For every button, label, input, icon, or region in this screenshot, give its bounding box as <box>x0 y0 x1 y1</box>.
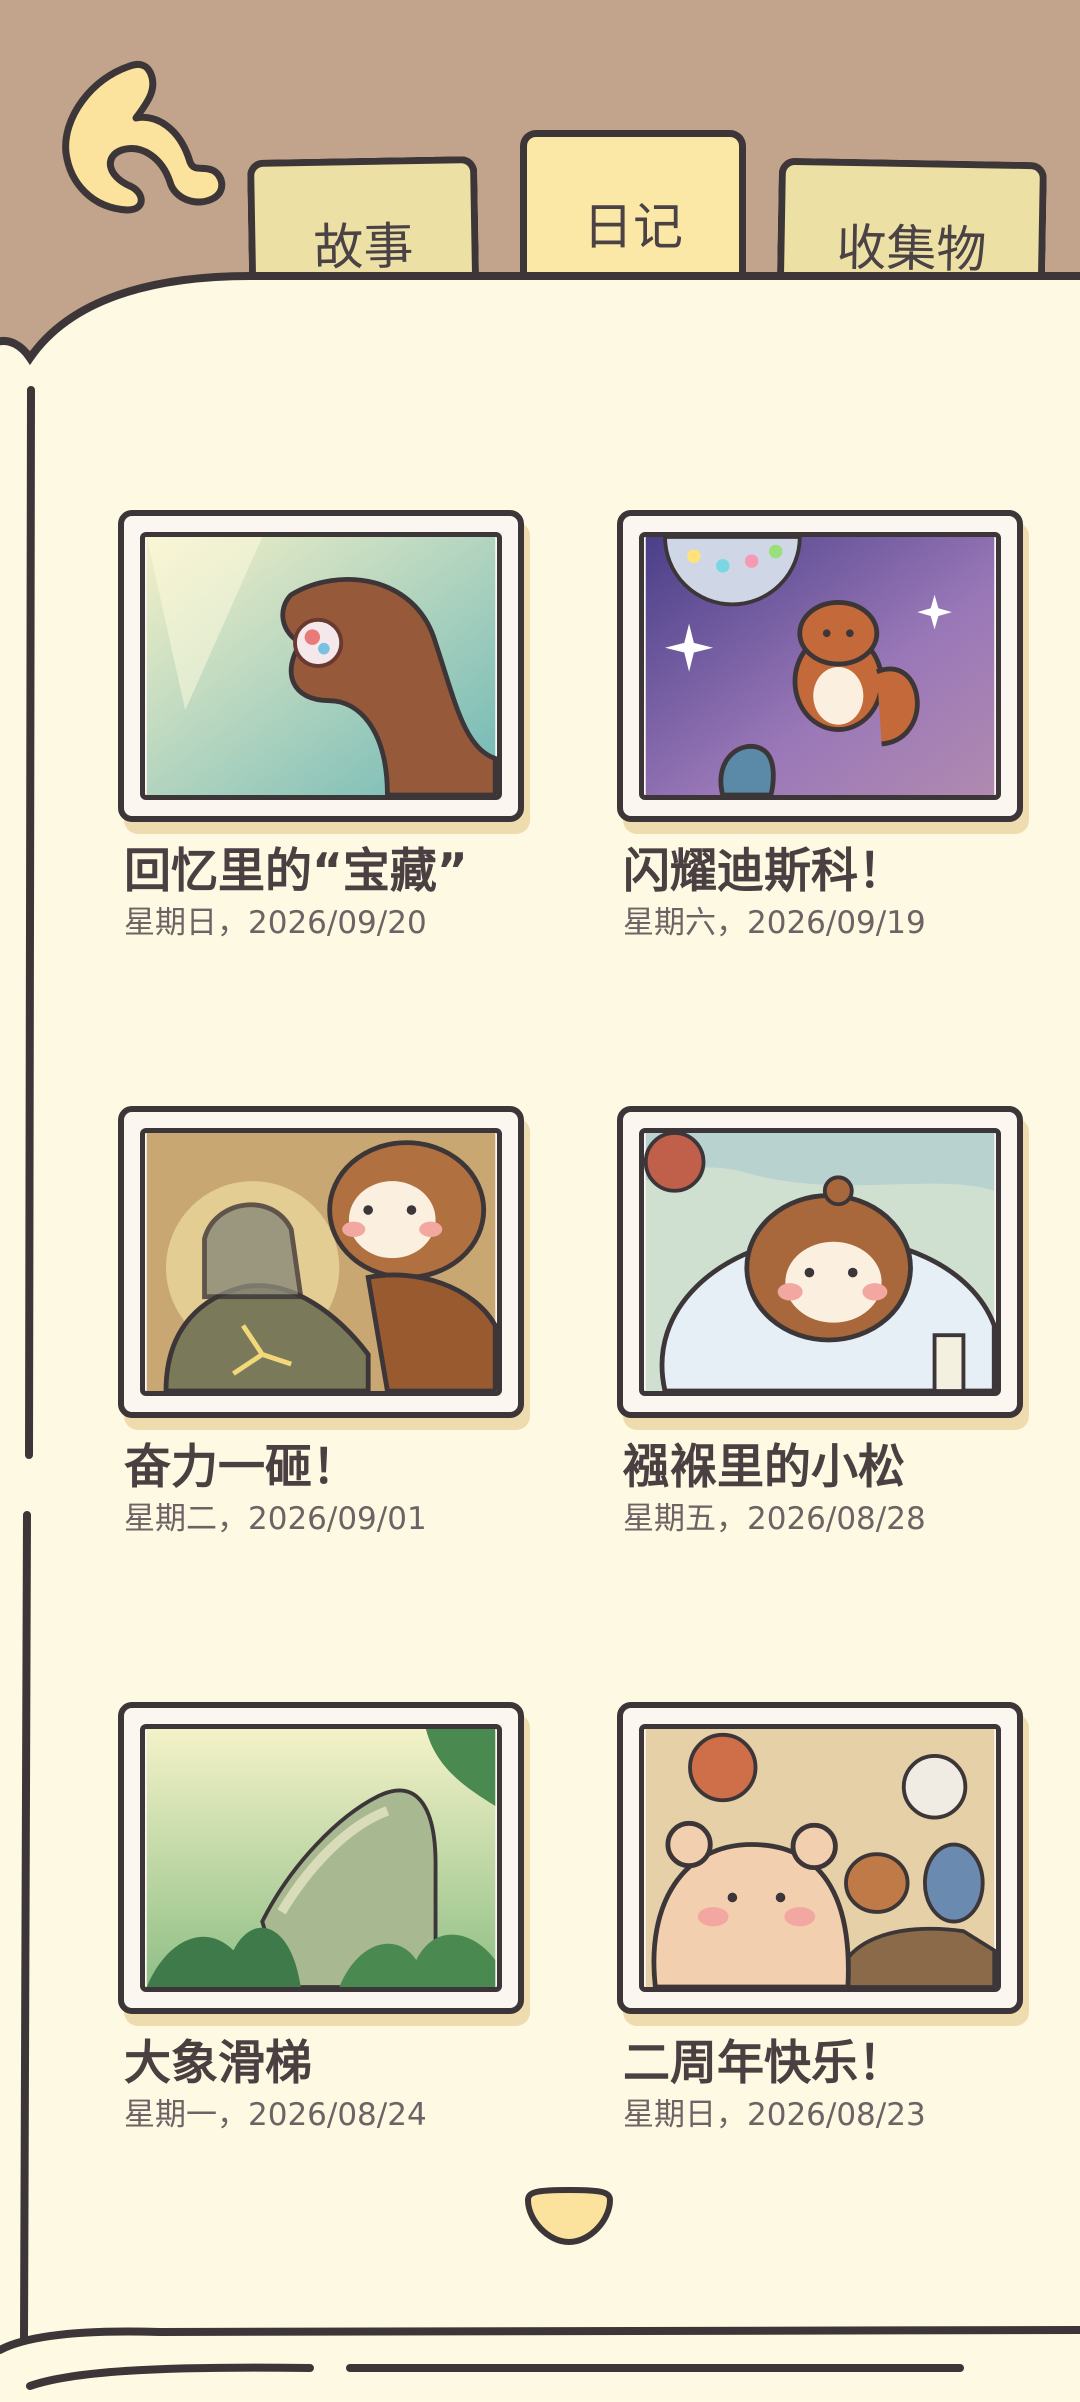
diary-title: 襁褓里的小松 <box>623 1440 905 1495</box>
diary-title: 大象滑梯 <box>124 2036 312 2091</box>
scroll-down-arrow-icon[interactable] <box>522 2186 616 2248</box>
diary-photo[interactable] <box>118 1702 524 2014</box>
squirrel-smashing-rock-image <box>140 1128 502 1396</box>
diary-date: 星期日，2026/08/23 <box>623 2097 926 2133</box>
tab-collection[interactable]: 收集物 <box>776 157 1048 281</box>
diary-date: 星期一，2026/08/24 <box>124 2097 427 2133</box>
diary-photo[interactable] <box>118 510 524 822</box>
diary-photo[interactable] <box>118 1106 524 1418</box>
anniversary-party-friends-image <box>639 1724 1001 1992</box>
tab-story[interactable]: 故事 <box>246 156 480 280</box>
tab-diary-label: 日记 <box>583 198 683 256</box>
diary-date: 星期六，2026/09/19 <box>623 905 926 941</box>
diary-title: 闪耀迪斯科！ <box>623 844 905 899</box>
tab-story-label: 故事 <box>313 217 415 277</box>
diary-date: 星期二，2026/09/01 <box>124 1501 427 1537</box>
diary-title: 奋力一砸！ <box>124 1440 359 1495</box>
squirrel-paw-holding-marble-image <box>140 532 502 800</box>
diary-photo[interactable] <box>617 1702 1023 2014</box>
back-arrow-icon[interactable] <box>52 58 242 228</box>
tab-diary[interactable]: 日记 <box>520 130 746 280</box>
squirrel-in-swaddle-image <box>639 1128 1001 1396</box>
diary-photo[interactable] <box>617 1106 1023 1418</box>
diary-title: 二周年快乐！ <box>623 2036 905 2091</box>
diary-title: 回忆里的“宝藏” <box>124 844 468 899</box>
elephant-slide-jungle-image <box>140 1724 502 1992</box>
diary-date: 星期日，2026/09/20 <box>124 905 427 941</box>
diary-photo[interactable] <box>617 510 1023 822</box>
squirrel-dancing-disco-ball-image <box>639 532 1001 800</box>
diary-date: 星期五，2026/08/28 <box>623 1501 926 1537</box>
